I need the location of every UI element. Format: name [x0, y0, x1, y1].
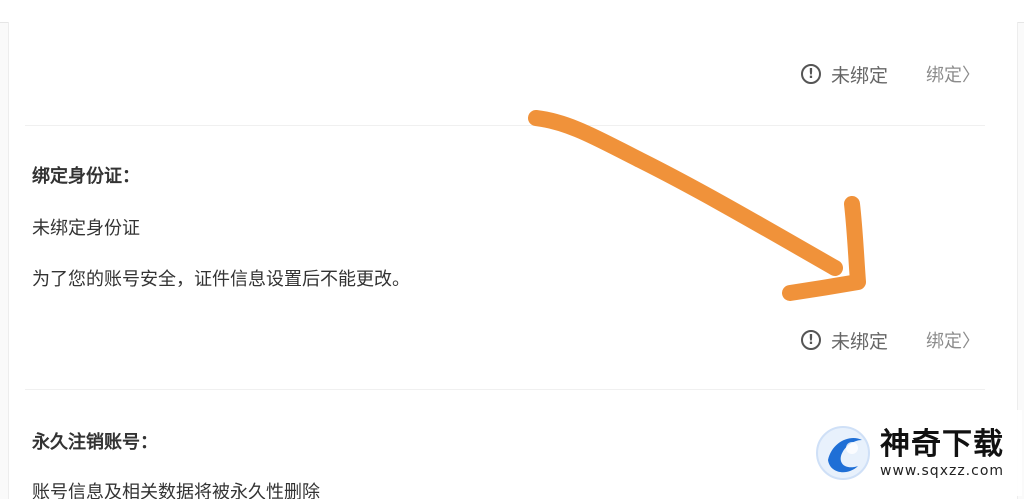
- watermark-logo-icon: [814, 424, 872, 482]
- top-status-text: 未绑定: [830, 64, 888, 87]
- watermark-name: 神奇下载: [880, 427, 1004, 462]
- id-bind-button[interactable]: 绑定〉: [926, 327, 980, 353]
- divider: [25, 125, 985, 126]
- watermark: 神奇下载 www.sqxzz.com: [808, 410, 1022, 496]
- id-note: 为了您的账号安全，证件信息设置后不能更改。: [32, 269, 410, 290]
- divider: [25, 389, 985, 390]
- warning-circle-icon: !: [800, 64, 821, 84]
- page: ! 未绑定 绑定〉 绑定身份证： 未绑定身份证 为了您的账号安全，证件信息设置后…: [0, 0, 1024, 499]
- top-bind-row: ! 未绑定 绑定〉: [800, 59, 980, 89]
- top-bar: [0, 0, 1024, 23]
- id-status-line: 未绑定身份证: [32, 218, 140, 239]
- id-status: ! 未绑定: [800, 327, 888, 354]
- id-section-title: 绑定身份证：: [32, 166, 140, 187]
- top-bind-button[interactable]: 绑定〉: [926, 61, 980, 87]
- warning-circle-icon: !: [800, 330, 821, 350]
- watermark-url: www.sqxzz.com: [880, 463, 1005, 479]
- delete-section-title: 永久注销账号：: [32, 432, 158, 453]
- id-status-text: 未绑定: [830, 330, 888, 353]
- top-status: ! 未绑定: [800, 61, 888, 88]
- id-bind-row: ! 未绑定 绑定〉: [800, 325, 980, 355]
- delete-description: 账号信息及相关数据将被永久性删除: [32, 482, 320, 499]
